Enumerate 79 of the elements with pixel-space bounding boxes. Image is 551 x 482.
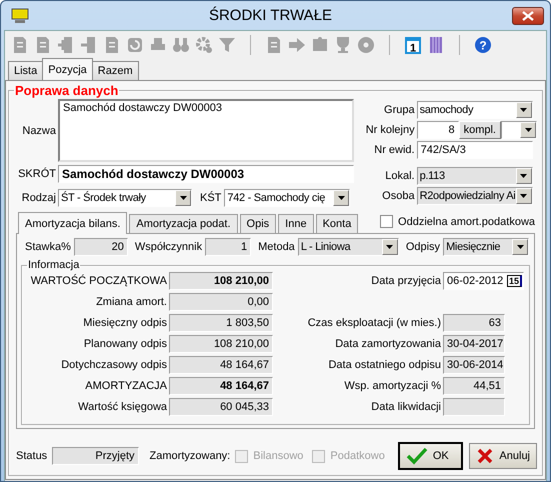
value-field: 108 210,00 xyxy=(169,272,273,290)
close-icon xyxy=(522,10,534,20)
field-label: Współczynnik xyxy=(134,241,202,253)
value-field: 63 xyxy=(443,314,505,332)
sequence-dropdown[interactable] xyxy=(501,121,537,139)
field-label: Czas eksploatacji (w mies.) xyxy=(306,316,441,328)
field-label: Zmiana amort. xyxy=(95,296,167,308)
tab[interactable]: Lista xyxy=(8,61,44,80)
value-field xyxy=(443,398,505,416)
checkbox-label: Oddzielna amort.podatkowa xyxy=(398,216,535,228)
field-label: Wsp. amortyzacji % xyxy=(343,380,441,392)
field-label: Data przyjęcia xyxy=(370,274,441,286)
value-field: 60 045,33 xyxy=(169,398,273,416)
value-field: 30-06-2014 xyxy=(443,356,505,374)
tab[interactable]: Opis xyxy=(240,214,276,233)
field-label: Data likwidacji xyxy=(370,400,441,412)
field-label: WARTOŚĆ POCZĄTKOWA xyxy=(30,274,167,286)
field-label: Zamortyzowany: xyxy=(150,450,230,462)
cross-icon xyxy=(476,447,494,465)
kompl-button[interactable]: kompl. xyxy=(458,121,501,139)
field-label: Miesięczny odpis xyxy=(82,316,167,328)
monitor-icon xyxy=(11,8,29,24)
field-label: Stawka% xyxy=(25,241,71,253)
value-field: 48 164,67 xyxy=(169,376,273,394)
field-label: Data ostatniego odpisu xyxy=(327,358,441,370)
tab[interactable]: Pozycja xyxy=(42,58,93,80)
date-field[interactable]: 06-02-2012 15 xyxy=(443,272,524,290)
tab[interactable]: Amortyzacja podat. xyxy=(129,214,238,233)
separate-tax-checkbox[interactable]: Oddzielna amort.podatkowa xyxy=(380,215,535,228)
sequence-number-field[interactable]: 8 xyxy=(416,121,459,139)
field-label: Lokal. xyxy=(384,170,415,182)
checkbox-label: Bilansowo xyxy=(253,450,304,462)
calendar-button[interactable]: 15 xyxy=(506,274,522,286)
category-dropdown[interactable]: 742 - Samochody cię xyxy=(224,189,350,207)
field-label: KŚT xyxy=(200,192,222,204)
inventory-number-field[interactable]: 742/SA/3 xyxy=(416,141,533,159)
field-label: Rodzaj xyxy=(20,192,56,204)
ok-button[interactable]: OK xyxy=(398,443,462,469)
field-label: Status xyxy=(16,450,48,462)
checkmark-icon xyxy=(406,447,428,465)
help-icon[interactable]: ? xyxy=(473,34,493,54)
field-label: Nazwa xyxy=(21,124,56,136)
field-label: SKRÓT xyxy=(17,168,56,180)
field-label: Planowany odpis xyxy=(82,338,167,350)
value-field: 30-04-2017 xyxy=(443,334,505,352)
field-label: Nr kolejny xyxy=(364,124,415,136)
group-dropdown[interactable]: samochody xyxy=(416,101,533,119)
close-button[interactable] xyxy=(512,6,544,24)
group-title: Informacja xyxy=(27,259,80,271)
checkbox-label: Podatkowo xyxy=(330,450,385,462)
field-label: Metoda xyxy=(258,241,295,253)
tab[interactable]: Konta xyxy=(316,214,358,233)
value-field: 1 803,50 xyxy=(169,314,273,332)
name-field[interactable]: Samochód dostawczy DW00003 xyxy=(58,99,354,162)
field-label: AMORTYZACJA xyxy=(84,380,167,392)
status-field: Przyjęty xyxy=(52,447,139,465)
value-field: 0,00 xyxy=(169,292,273,310)
tab[interactable]: Razem xyxy=(92,61,139,80)
value-field: 44,51 xyxy=(443,376,505,394)
checkbox[interactable] xyxy=(380,215,394,228)
field-label: Wartość księgowa xyxy=(77,400,167,412)
value-field: 48 164,67 xyxy=(169,356,273,374)
field-label: Osoba xyxy=(381,190,415,202)
field-label: Grupa xyxy=(383,104,415,116)
value-field: 108 210,00 xyxy=(169,334,273,352)
tab[interactable]: Inne xyxy=(278,214,314,233)
field-label: Nr ewid. xyxy=(373,144,415,156)
short-name-field[interactable]: Samochód dostawczy DW00003 xyxy=(58,165,354,183)
calendar-icon[interactable]: 1 xyxy=(403,34,423,54)
rate-field[interactable]: 20 xyxy=(74,238,128,256)
window-title: ŚRODKI TRWAŁE xyxy=(208,7,334,24)
field-label: Dotychczasowy odpis xyxy=(60,358,167,370)
coefficient-field[interactable]: 1 xyxy=(205,238,252,256)
tab[interactable]: Amortyzacja bilans. xyxy=(18,212,128,234)
type-dropdown[interactable]: ŚT - Środek trwały xyxy=(58,189,192,207)
group-title: Poprawa danych xyxy=(14,83,120,98)
cancel-button[interactable]: Anuluj xyxy=(469,443,537,469)
field-label: Odpisy xyxy=(406,241,440,253)
field-label: Data zamortyzowania xyxy=(334,338,441,350)
